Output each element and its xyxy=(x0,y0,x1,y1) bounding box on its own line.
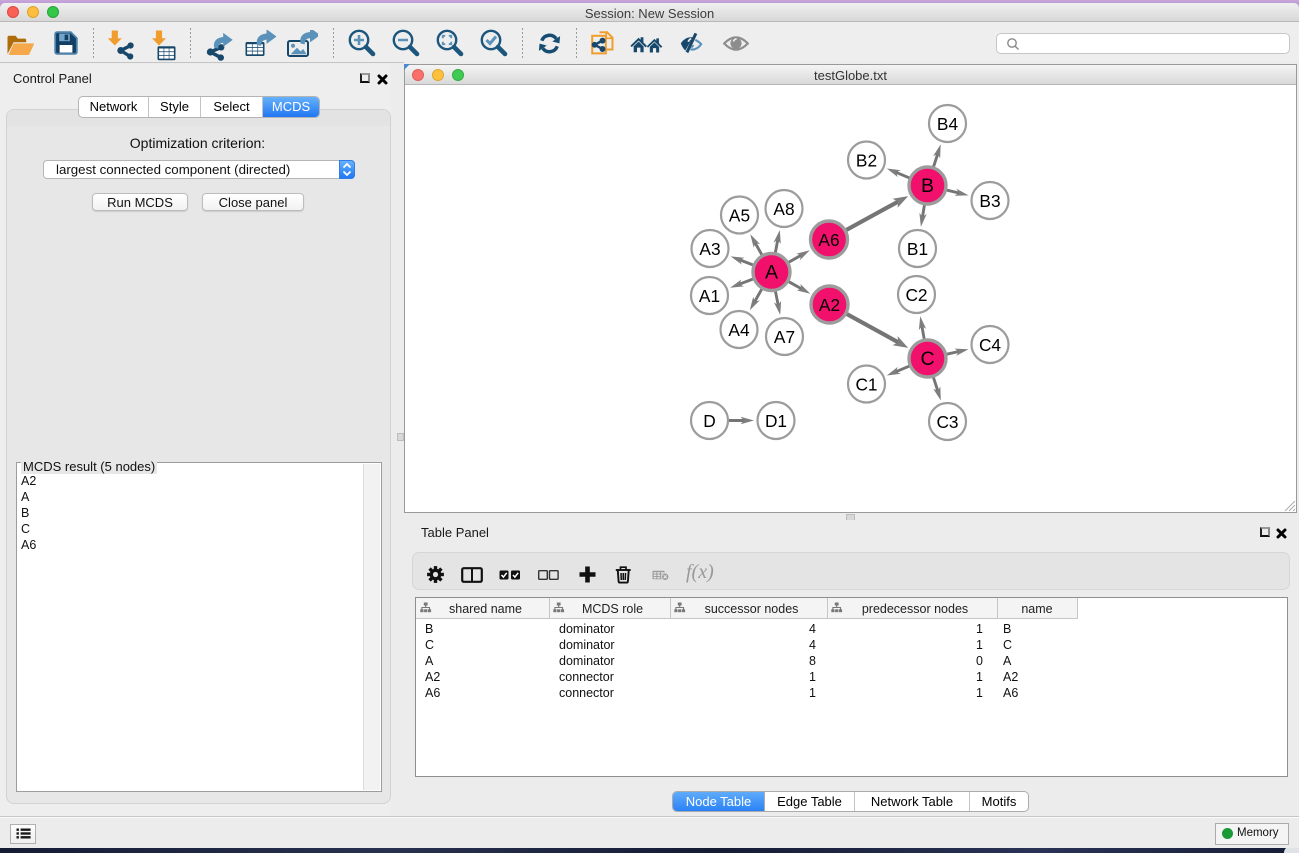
svg-text:B4: B4 xyxy=(937,114,959,134)
svg-text:B2: B2 xyxy=(856,151,877,171)
svg-text:B1: B1 xyxy=(907,239,928,259)
svg-text:A3: A3 xyxy=(699,239,720,259)
svg-text:A8: A8 xyxy=(773,199,794,219)
svg-text:A4: A4 xyxy=(728,320,750,340)
svg-text:A: A xyxy=(765,262,778,284)
svg-text:A5: A5 xyxy=(729,206,750,226)
svg-text:B: B xyxy=(921,175,934,197)
svg-text:A1: A1 xyxy=(699,286,720,306)
svg-text:D: D xyxy=(703,411,715,431)
svg-text:C2: C2 xyxy=(905,285,927,305)
svg-text:C1: C1 xyxy=(855,375,877,395)
svg-text:A2: A2 xyxy=(819,295,840,315)
svg-text:D1: D1 xyxy=(765,411,787,431)
svg-text:A7: A7 xyxy=(774,327,795,347)
svg-text:C: C xyxy=(920,348,934,370)
svg-text:C3: C3 xyxy=(936,412,958,432)
svg-text:B3: B3 xyxy=(979,191,1000,211)
svg-text:C4: C4 xyxy=(979,335,1001,355)
svg-text:A6: A6 xyxy=(818,230,839,250)
